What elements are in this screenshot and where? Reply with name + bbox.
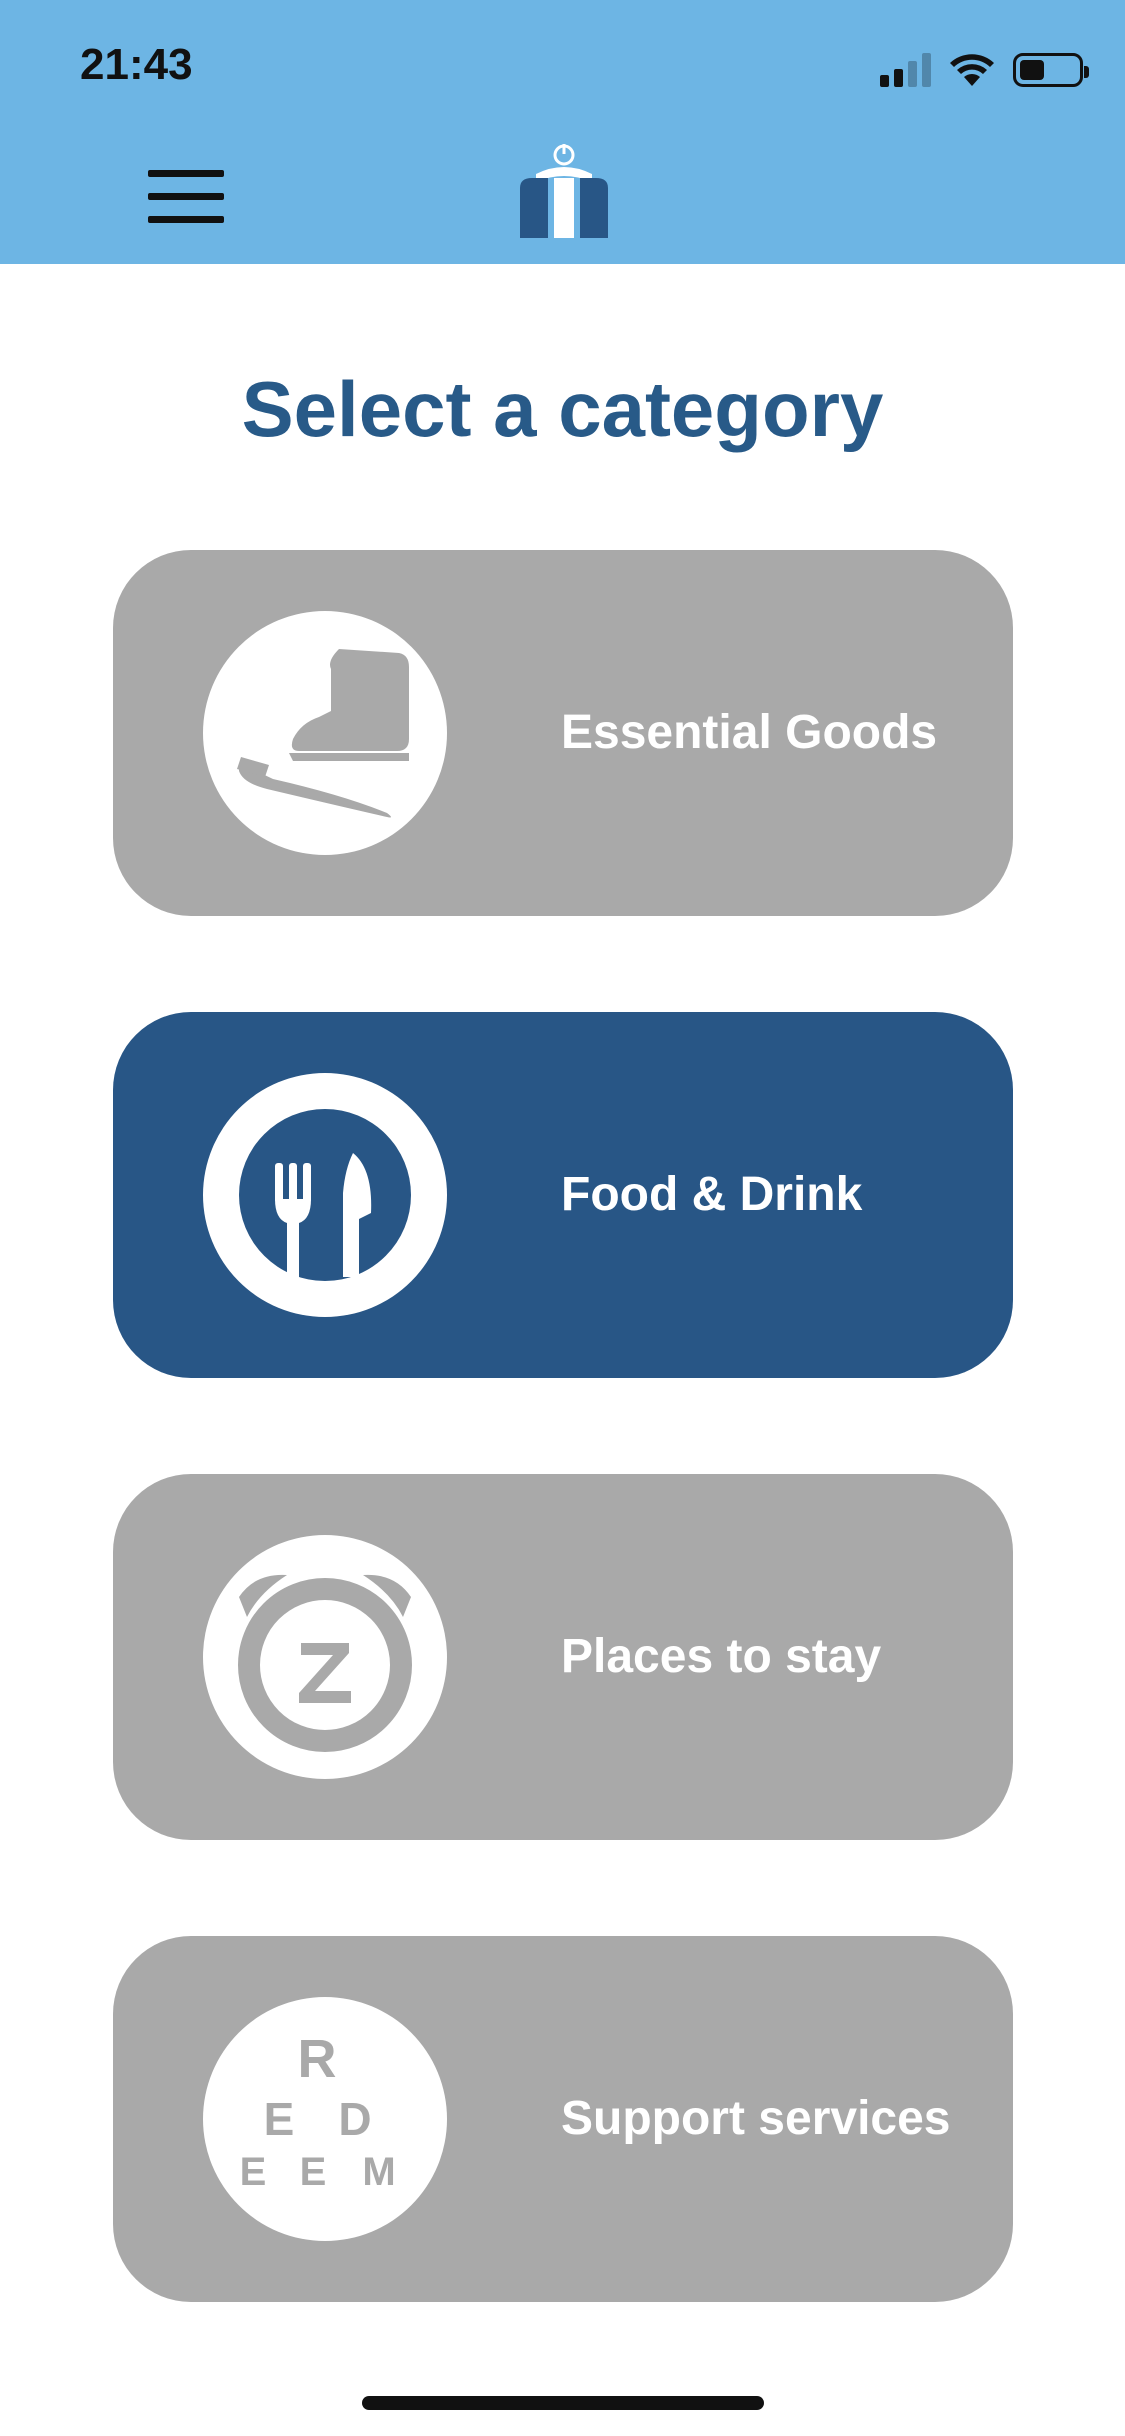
fork-knife-icon: [203, 1073, 447, 1317]
category-label: Food & Drink: [561, 1168, 863, 1221]
hamburger-menu-icon[interactable]: [148, 168, 224, 226]
redeem-letters-icon: R E D E E M: [203, 1997, 447, 2241]
app-logo[interactable]: [516, 142, 612, 242]
category-essential-goods[interactable]: Essential Goods: [113, 550, 1013, 916]
boot-toothbrush-icon: [203, 611, 447, 855]
wifi-icon: [950, 54, 994, 86]
cellular-signal-icon: [880, 53, 931, 87]
category-label: Essential Goods: [561, 706, 938, 759]
app-header: 21:43: [0, 0, 1125, 264]
alarm-clock-z-icon: [203, 1535, 447, 1779]
battery-icon: [1013, 53, 1089, 87]
category-places-to-stay[interactable]: Places to stay: [113, 1474, 1013, 1840]
icon-letter: D: [338, 2093, 371, 2145]
icon-letter: M: [362, 2150, 395, 2194]
icon-letter: E: [300, 2150, 327, 2194]
status-icons: [880, 48, 1089, 92]
home-indicator[interactable]: [362, 2396, 764, 2410]
status-time: 21:43: [80, 40, 193, 89]
category-food-drink[interactable]: Food & Drink: [113, 1012, 1013, 1378]
category-label: Places to stay: [561, 1630, 882, 1683]
icon-letter: R: [298, 2029, 337, 2089]
category-label: Support services: [561, 2092, 951, 2145]
page-title: Select a category: [241, 365, 884, 453]
icon-letter: E: [240, 2150, 267, 2194]
category-support-services[interactable]: R E D E E M Support services: [113, 1936, 1013, 2302]
icon-letter: E: [264, 2093, 295, 2145]
